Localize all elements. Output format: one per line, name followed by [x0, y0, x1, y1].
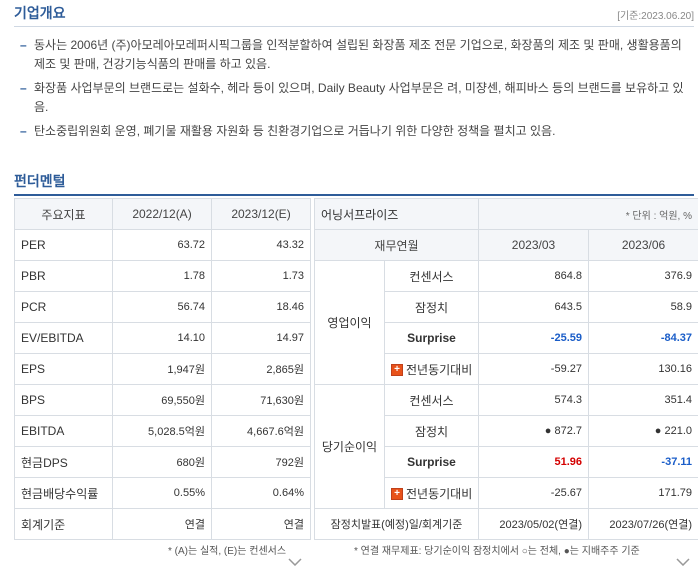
- row-label-expandable[interactable]: + 전년동기대비: [384, 477, 479, 509]
- cell-value: -84.37: [587, 322, 698, 354]
- row-label: EPS: [14, 353, 113, 385]
- row-label: 현금배당수익률: [14, 477, 113, 509]
- cell-actual: 63.72: [112, 229, 212, 261]
- table-row: PER 63.72 43.32: [14, 229, 311, 261]
- col-header-actual: 2022/12(A): [112, 198, 212, 230]
- announce-date-value: 2023/05/02(연결): [478, 508, 589, 540]
- period-header: 2023/03: [478, 229, 589, 261]
- earnings-note: * 연결 재무제표: 당기순이익 잠정치에서 ○는 전체, ●는 지배주주 기준: [354, 546, 640, 557]
- earnings-table: 어닝서프라이즈 * 단위 : 억원, % 재무연월 2023/03 2023/0…: [314, 198, 698, 540]
- cell-estimate: 43.32: [211, 229, 311, 261]
- col-header-estimate: 2023/12(E): [211, 198, 311, 230]
- plus-icon[interactable]: +: [391, 364, 403, 377]
- cell-value: -25.67: [478, 477, 589, 509]
- table-row: 현금DPS 680원 792원: [14, 446, 311, 478]
- cell-actual: 5,028.5억원: [112, 415, 212, 447]
- table-row: EPS 1,947원 2,865원: [14, 353, 311, 385]
- row-label: PCR: [14, 291, 113, 323]
- overview-list: – 동사는 2006년 (주)아모레아모레퍼시픽그룹을 인적분할하여 설립된 화장…: [20, 36, 692, 146]
- cell-actual: 연결: [112, 508, 212, 540]
- cell-value: 376.9: [587, 260, 698, 292]
- cell-actual: 1,947원: [112, 353, 212, 385]
- cell-estimate: 792원: [211, 446, 311, 478]
- row-label: Surprise: [384, 446, 479, 478]
- cell-value: ● 872.7: [478, 415, 589, 447]
- cell-actual: 1.78: [112, 260, 212, 292]
- fundamentals-note: * (A)는 실적, (E)는 컨센서스: [168, 546, 287, 557]
- table-row: 잠정치발표(예정)일/회계기준 2023/05/02(연결) 2023/07/2…: [314, 508, 698, 540]
- overview-item: – 화장품 사업부문의 브랜드로는 설화수, 헤라 등이 있으며, Daily B…: [20, 81, 684, 114]
- announce-date-label: 잠정치발표(예정)일/회계기준: [314, 508, 479, 540]
- table-row: 현금배당수익률 0.55% 0.64%: [14, 477, 311, 509]
- cell-actual: 680원: [112, 446, 212, 478]
- row-label: 컨센서스: [384, 384, 479, 416]
- table-row: PBR 1.78 1.73: [14, 260, 311, 292]
- table-row: 영업이익 컨센서스 864.8 376.9: [314, 260, 698, 385]
- announce-date-value: 2023/07/26(연결): [587, 508, 698, 540]
- cell-value: 574.3: [478, 384, 589, 416]
- earnings-title: 어닝서프라이즈: [314, 198, 479, 230]
- overview-title: 기업개요: [14, 5, 66, 21]
- cell-value: 130.16: [587, 353, 698, 385]
- cell-value: 51.96: [478, 446, 589, 478]
- cell-actual: 0.55%: [112, 477, 212, 509]
- fundamentals-table: 주요지표 2022/12(A) 2023/12(E) PER 63.72 43.32…: [14, 198, 311, 540]
- cell-estimate: 2,865원: [211, 353, 311, 385]
- cell-value: -59.27: [478, 353, 589, 385]
- row-label-text: 전년동기대비: [406, 486, 473, 501]
- cell-value: 171.79: [587, 477, 698, 509]
- cell-actual: 14.10: [112, 322, 212, 354]
- period-header: 2023/06: [587, 229, 698, 261]
- chevron-down-icon[interactable]: [288, 558, 302, 566]
- cell-actual: 56.74: [112, 291, 212, 323]
- fundamentals-title: 펀더멘털: [14, 173, 66, 189]
- chevron-down-icon[interactable]: [676, 558, 690, 566]
- row-label: EV/EBITDA: [14, 322, 113, 354]
- cell-value: 58.9: [587, 291, 698, 323]
- overview-header: 기업개요 [기준:2023.06.20]: [14, 2, 694, 27]
- row-label: BPS: [14, 384, 113, 416]
- cell-value: -25.59: [478, 322, 589, 354]
- row-label: PER: [14, 229, 113, 261]
- cell-estimate: 1.73: [211, 260, 311, 292]
- row-label: 잠정치: [384, 415, 479, 447]
- row-label-text: 전년동기대비: [406, 362, 473, 377]
- overview-date: [기준:2023.06.20]: [617, 11, 694, 22]
- cell-estimate: 71,630원: [211, 384, 311, 416]
- overview-item: – 동사는 2006년 (주)아모레아모레퍼시픽그룹을 인적분할하여 설립된 화장…: [20, 38, 682, 71]
- col-header-indicator: 주요지표: [14, 198, 113, 230]
- cell-value: -37.11: [587, 446, 698, 478]
- cell-actual: 69,550원: [112, 384, 212, 416]
- table-row: PCR 56.74 18.46: [14, 291, 311, 323]
- cell-estimate: 4,667.6억원: [211, 415, 311, 447]
- plus-icon[interactable]: +: [391, 488, 403, 501]
- row-label-expandable[interactable]: + 전년동기대비: [384, 353, 479, 385]
- table-row: 회계기준 연결 연결: [14, 508, 311, 540]
- cell-estimate: 18.46: [211, 291, 311, 323]
- table-row: EBITDA 5,028.5억원 4,667.6억원: [14, 415, 311, 447]
- overview-item: – 탄소중립위원회 운영, 폐기물 재활용 자원화 등 친환경기업으로 거듭나기 …: [20, 124, 556, 138]
- earnings-unit: * 단위 : 억원, %: [477, 198, 698, 230]
- net-income-group-label: 당기순이익: [314, 384, 385, 509]
- table-row: EV/EBITDA 14.10 14.97: [14, 322, 311, 354]
- row-label: Surprise: [384, 322, 479, 354]
- row-label: 회계기준: [14, 508, 113, 540]
- row-label: 잠정치: [384, 291, 479, 323]
- fundamentals-header: 펀더멘털: [14, 170, 694, 196]
- cell-value: 351.4: [587, 384, 698, 416]
- table-row: BPS 69,550원 71,630원: [14, 384, 311, 416]
- row-label: PBR: [14, 260, 113, 292]
- cell-estimate: 0.64%: [211, 477, 311, 509]
- cell-estimate: 연결: [211, 508, 311, 540]
- row-label: 컨센서스: [384, 260, 479, 292]
- row-label: 현금DPS: [14, 446, 113, 478]
- cell-value: ● 221.0: [587, 415, 698, 447]
- row-label: EBITDA: [14, 415, 113, 447]
- cell-value: 643.5: [478, 291, 589, 323]
- table-row: 당기순이익 컨센서스 574.3 351.4: [314, 384, 698, 509]
- op-income-group-label: 영업이익: [314, 260, 385, 385]
- period-header-label: 재무연월: [314, 229, 479, 261]
- cell-estimate: 14.97: [211, 322, 311, 354]
- cell-value: 864.8: [478, 260, 589, 292]
